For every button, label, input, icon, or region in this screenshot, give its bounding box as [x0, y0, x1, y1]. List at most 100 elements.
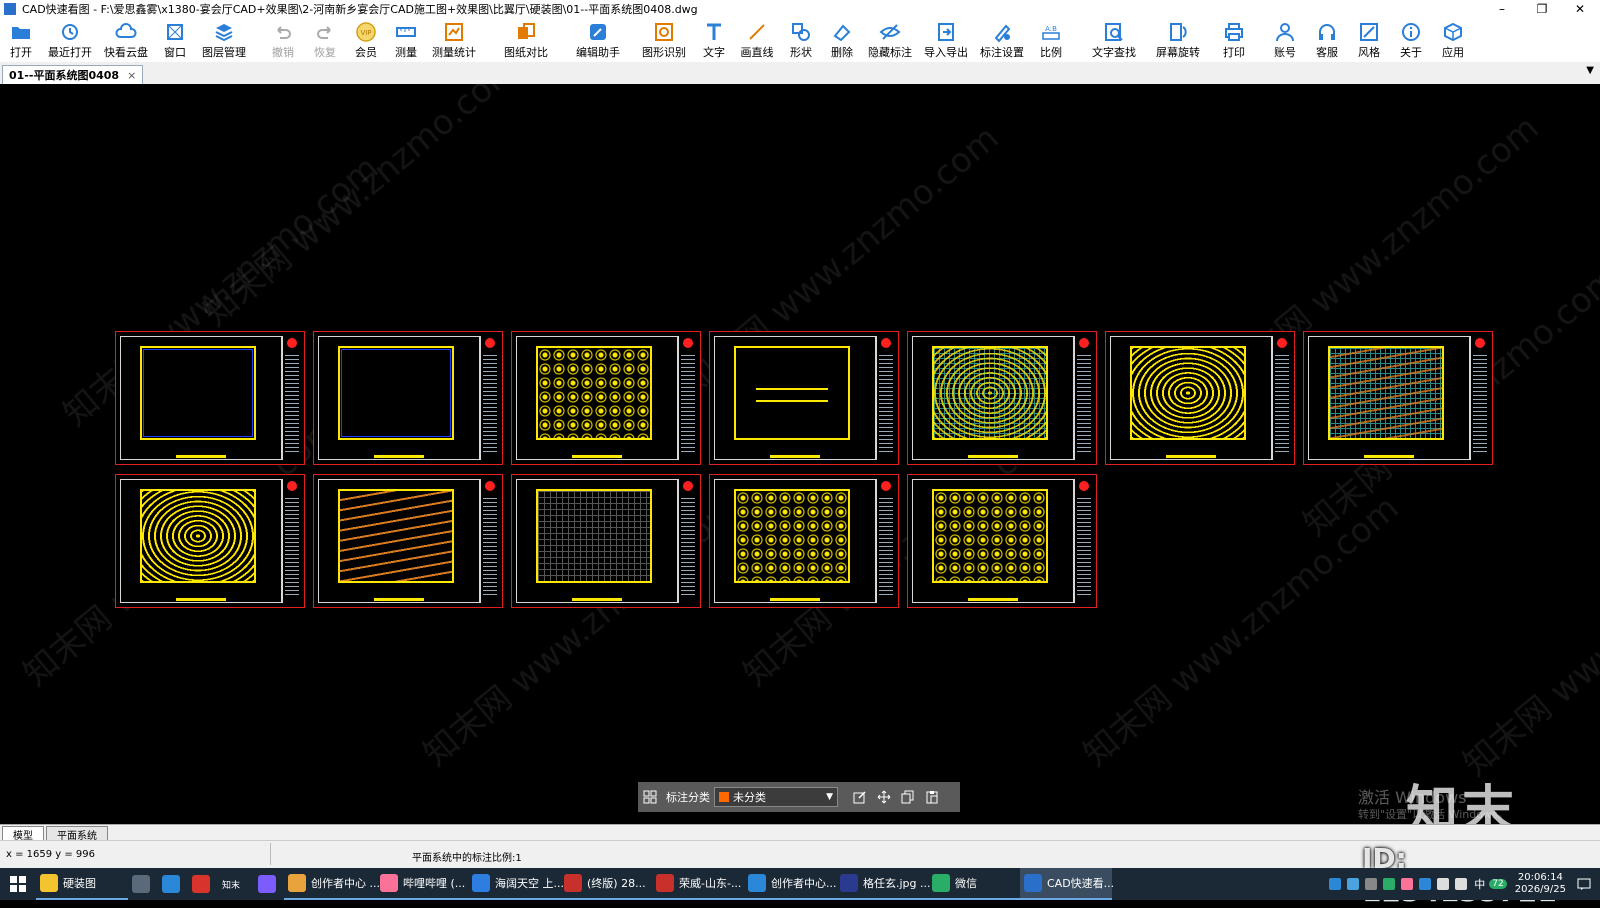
- toolbar-button-3[interactable]: 窗口: [154, 18, 196, 62]
- toolbar-button-7[interactable]: VIP 会员: [346, 18, 386, 62]
- taskbar-app-3[interactable]: [188, 868, 218, 900]
- toolbar-button-25[interactable]: 客服: [1306, 18, 1348, 62]
- headset-icon: [1316, 22, 1338, 42]
- sheet-caption: [770, 455, 820, 458]
- move-icon[interactable]: [872, 785, 896, 809]
- drawing-sheet[interactable]: [1303, 331, 1493, 465]
- volume-icon[interactable]: [1455, 878, 1468, 890]
- taskbar-app-5[interactable]: [254, 868, 284, 900]
- drawing-sheet[interactable]: [709, 474, 899, 608]
- toolbar-button-16[interactable]: 删除: [822, 18, 862, 62]
- toolbar-button-20[interactable]: A:B 比例: [1030, 18, 1072, 62]
- toolbar-button-label: 图纸对比: [504, 46, 548, 59]
- notification-icon[interactable]: [1574, 874, 1594, 894]
- annotation-scale-text: 平面系统中的标注比例:1: [412, 853, 522, 864]
- toolbar-button-6: 恢复: [304, 18, 346, 62]
- toolbar-button-8[interactable]: 测量: [386, 18, 426, 62]
- toolbar-button-label: 应用: [1442, 46, 1464, 59]
- drawing-sheet[interactable]: [907, 474, 1097, 608]
- toolbar-button-label: 快看云盘: [104, 46, 148, 59]
- grid-view-icon[interactable]: [638, 785, 662, 809]
- cloud-icon: [115, 22, 137, 42]
- toolbar-button-10[interactable]: 图纸对比: [492, 18, 560, 62]
- toolbar-button-12[interactable]: 图形识别: [634, 18, 694, 62]
- taskbar-app-11[interactable]: 创作者中心...: [744, 868, 837, 900]
- toolbar-button-11[interactable]: 编辑助手: [568, 18, 628, 62]
- input-language[interactable]: 中: [1474, 876, 1485, 892]
- toolbar-button-21[interactable]: 文字查找: [1082, 18, 1146, 62]
- tray-app-icon[interactable]: [1419, 878, 1432, 890]
- taskbar-app-icon: [288, 874, 306, 892]
- toolbar-button-label: 隐藏标注: [868, 46, 912, 59]
- tray-app-icon[interactable]: [1365, 878, 1378, 890]
- tray-app-icon[interactable]: [1383, 878, 1396, 890]
- toolbar-button-13[interactable]: 文字: [694, 18, 734, 62]
- toolbar-button-28[interactable]: 应用: [1432, 18, 1474, 62]
- drawing-sheet[interactable]: [115, 331, 305, 465]
- annotation-category-select[interactable]: 未分类 ▼: [714, 787, 838, 807]
- close-window-button[interactable]: ✕: [1562, 0, 1598, 18]
- title-block-logo-icon: [485, 338, 495, 348]
- taskbar-app-12[interactable]: 格任玄.jpg ...: [836, 868, 931, 900]
- toolbar-button-26[interactable]: 风格: [1348, 18, 1390, 62]
- start-button[interactable]: [0, 868, 36, 900]
- paste-icon[interactable]: [920, 785, 944, 809]
- taskbar-app-8[interactable]: 海阔天空 上...: [468, 868, 564, 900]
- copy-icon[interactable]: [896, 785, 920, 809]
- drawing-sheet[interactable]: [313, 474, 503, 608]
- drawing-sheet[interactable]: [511, 331, 701, 465]
- maximize-button[interactable]: ❐: [1524, 0, 1560, 18]
- taskbar-app-2[interactable]: [158, 868, 188, 900]
- drawing-sheet[interactable]: [511, 474, 701, 608]
- taskbar-app-9[interactable]: (终版) 28...: [560, 868, 652, 900]
- drawing-sheet[interactable]: [115, 474, 305, 608]
- tray-app-icon[interactable]: [1329, 878, 1342, 890]
- tray-badge[interactable]: 72: [1489, 879, 1507, 889]
- taskbar-app-13[interactable]: 微信: [928, 868, 1020, 900]
- wifi-icon[interactable]: [1437, 878, 1450, 890]
- toolbar-button-9[interactable]: 测量统计: [426, 18, 482, 62]
- toolbar-button-14[interactable]: 画直线: [734, 18, 780, 62]
- user-icon: [1274, 22, 1296, 42]
- layout-tab-1[interactable]: 平面系统: [46, 826, 108, 842]
- drawing-sheet[interactable]: [1105, 331, 1295, 465]
- toolbar-button-18[interactable]: 导入导出: [918, 18, 974, 62]
- tray-app-icon[interactable]: [1347, 878, 1360, 890]
- taskbar-app-7[interactable]: 哔哩哔哩 (...: [376, 868, 468, 900]
- drawing-sheet[interactable]: [907, 331, 1097, 465]
- taskbar-app-icon: [932, 874, 950, 892]
- drawing-sheet[interactable]: [313, 331, 503, 465]
- toolbar-button-17[interactable]: 隐藏标注: [862, 18, 918, 62]
- toolbar-button-label: 导入导出: [924, 46, 968, 59]
- sheet-caption: [374, 598, 424, 601]
- clock[interactable]: 20:06:14 2026/9/25: [1515, 872, 1566, 896]
- layout-tab-0[interactable]: 模型: [2, 826, 44, 842]
- tray-app-icon[interactable]: [1401, 878, 1414, 890]
- windows-taskbar: 硬装图 知末 创作者中心 ... 哔哩哔哩 (... 海阔天空 上... (终版) 28.…: [0, 868, 1600, 900]
- close-tab-icon[interactable]: ×: [127, 69, 136, 82]
- undo-icon: [272, 22, 294, 42]
- toolbar-button-19[interactable]: 标注设置: [974, 18, 1030, 62]
- toolbar-button-27[interactable]: 关于: [1390, 18, 1432, 62]
- title-block-lines: [1275, 352, 1289, 452]
- edit-annotation-icon[interactable]: [848, 785, 872, 809]
- toolbar-button-1[interactable]: 最近打开: [42, 18, 98, 62]
- minimize-button[interactable]: –: [1484, 0, 1520, 18]
- toolbar-button-24[interactable]: 账号: [1264, 18, 1306, 62]
- taskbar-app-0[interactable]: 硬装图: [36, 868, 128, 900]
- toolbar-button-15[interactable]: 形状: [780, 18, 822, 62]
- toolbar-button-2[interactable]: 快看云盘: [98, 18, 154, 62]
- drawing-sheet[interactable]: [709, 331, 899, 465]
- taskbar-app-14[interactable]: CAD快速看...: [1020, 868, 1114, 900]
- toolbar-button-23[interactable]: 打印: [1210, 18, 1258, 62]
- tab-menu-arrow-icon[interactable]: ▼: [1586, 65, 1594, 76]
- taskbar-app-1[interactable]: [128, 868, 158, 900]
- document-tab[interactable]: 01--平面系统图0408 ×: [2, 65, 144, 84]
- taskbar-app-6[interactable]: 创作者中心 ...: [284, 868, 380, 900]
- taskbar-app-10[interactable]: 荣威-山东-...: [652, 868, 744, 900]
- toolbar-button-0[interactable]: 打开: [0, 18, 42, 62]
- toolbar-button-22[interactable]: 屏幕旋转: [1146, 18, 1210, 62]
- drawing-canvas[interactable]: 知末网 www.znzmo.com 知末网 www.znzmo.com 知末网 ww…: [0, 84, 1600, 824]
- taskbar-app-4[interactable]: 知末: [218, 868, 254, 900]
- toolbar-button-4[interactable]: 图层管理: [196, 18, 252, 62]
